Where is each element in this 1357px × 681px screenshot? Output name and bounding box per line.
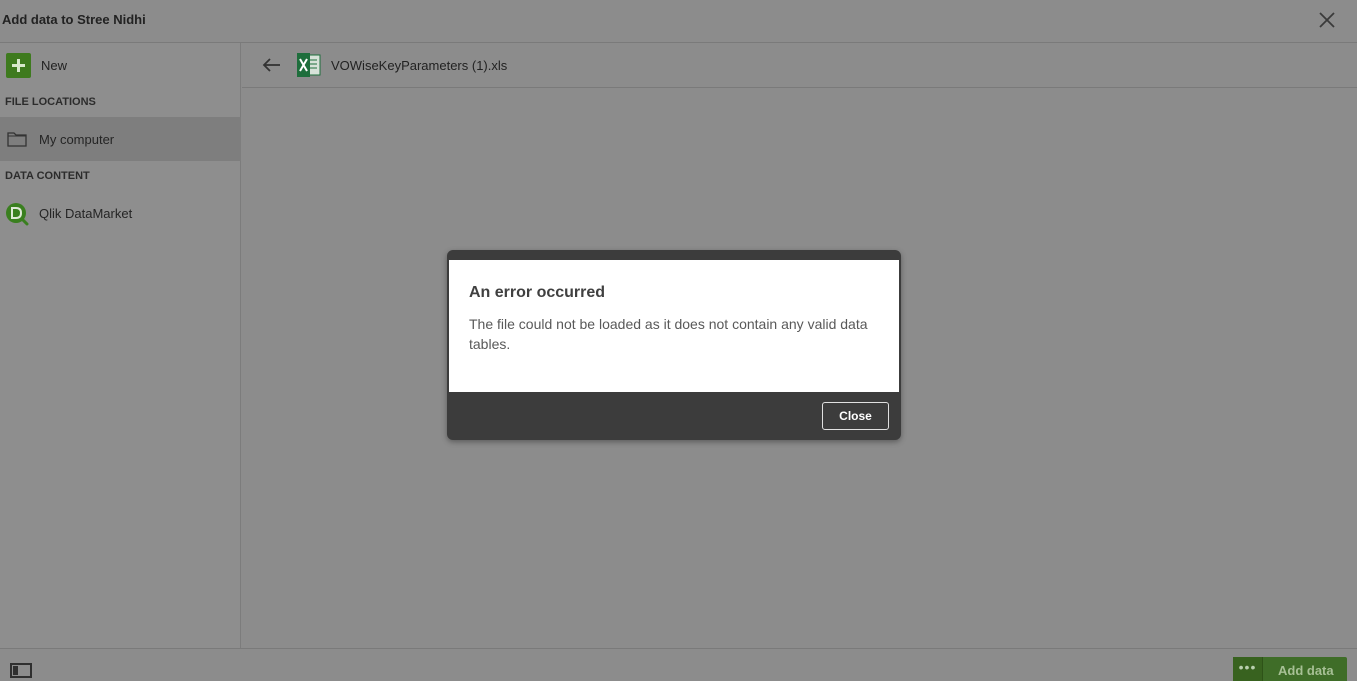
dialog-body: An error occurred The file could not be … <box>449 260 899 392</box>
section-heading-file-locations: FILE LOCATIONS <box>5 96 96 108</box>
file-header: VOWiseKeyParameters (1).xls <box>242 43 1357 88</box>
back-arrow-icon[interactable] <box>262 56 282 74</box>
file-name: VOWiseKeyParameters (1).xls <box>331 58 508 73</box>
dialog-title: An error occurred <box>469 284 606 301</box>
add-data-button[interactable]: ••• Add data <box>1233 657 1347 681</box>
dialog-close-button[interactable]: Close <box>822 402 889 430</box>
sidebar: New FILE LOCATIONS My computer DATA CONT… <box>0 43 241 648</box>
plus-icon <box>6 53 31 78</box>
close-icon[interactable] <box>1317 10 1337 30</box>
error-dialog: An error occurred The file could not be … <box>447 250 901 440</box>
window-titlebar: Add data to Stree Nidhi <box>0 0 1357 43</box>
folder-icon <box>7 132 27 147</box>
excel-file-icon <box>297 53 321 77</box>
footer-bar: ••• Add data <box>0 648 1357 681</box>
sidebar-item-label: Qlik DataMarket <box>39 206 133 221</box>
section-heading-data-content: DATA CONTENT <box>5 170 90 182</box>
more-options-button[interactable]: ••• <box>1233 657 1263 681</box>
new-button[interactable]: New <box>0 51 241 79</box>
sidebar-item-my-computer[interactable]: My computer <box>0 117 241 161</box>
add-data-label: Add data <box>1278 663 1334 678</box>
dialog-message: The file could not be loaded as it does … <box>469 316 868 352</box>
sidebar-item-label: My computer <box>39 132 115 147</box>
panel-toggle-icon[interactable] <box>10 663 32 678</box>
window-title: Add data to Stree Nidhi <box>2 12 146 27</box>
new-button-label: New <box>41 58 68 73</box>
qlik-datamarket-icon <box>6 203 29 226</box>
sidebar-item-qlik-datamarket[interactable]: Qlik DataMarket <box>0 191 241 235</box>
